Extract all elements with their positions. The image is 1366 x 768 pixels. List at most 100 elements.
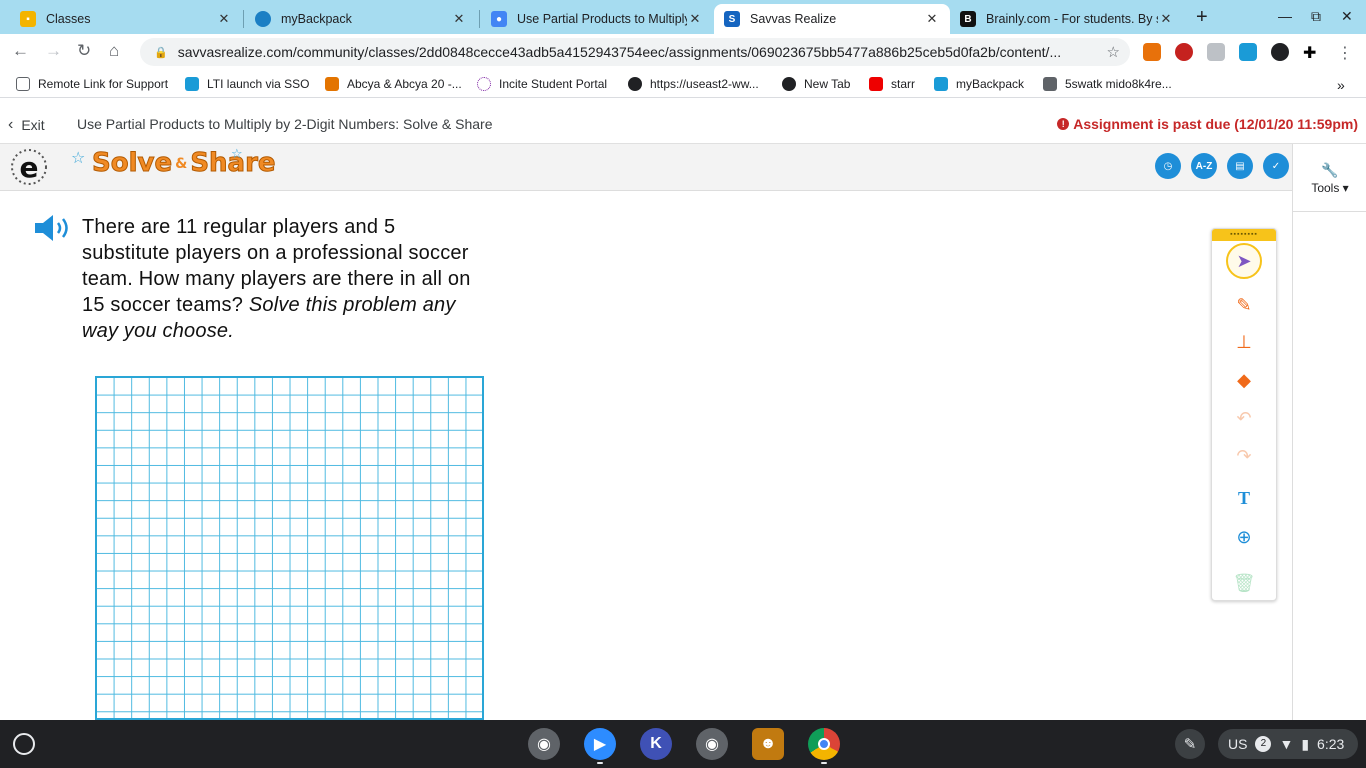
- solve-share-logo: Solve & Share: [91, 148, 276, 179]
- eraser-icon[interactable]: ◆: [1226, 362, 1262, 398]
- abcya-icon: [325, 77, 339, 91]
- chevron-left-icon: ‹: [8, 116, 14, 133]
- game-app-icon[interactable]: ☻: [752, 728, 784, 760]
- window-close-icon[interactable]: ✕: [1341, 8, 1353, 25]
- tab-separator: [243, 10, 244, 28]
- battery-icon: ▮: [1301, 735, 1310, 752]
- text-tool-icon[interactable]: T: [1226, 480, 1262, 516]
- browser-toolbar: ← → ↻ ⌂ 🔒 savvasrealize.com/community/cl…: [0, 34, 1366, 70]
- tab-savvas-realize[interactable]: S Savvas Realize ✕: [714, 4, 950, 34]
- chrome-icon[interactable]: [808, 728, 840, 760]
- check-icon[interactable]: ✓: [1263, 153, 1289, 179]
- bookmark-star-icon[interactable]: ☆: [1107, 43, 1120, 61]
- extension-paint-icon[interactable]: [1175, 43, 1193, 61]
- person-icon: ●: [491, 11, 507, 27]
- os-shelf: ◉ ▶ K ◉ ☻ ✎ US 2 ▼ ▮ 6:23: [0, 720, 1366, 768]
- bookmarks-overflow-icon[interactable]: »: [1337, 77, 1345, 93]
- past-due-notice: ! Assignment is past due (12/01/20 11:59…: [1057, 116, 1358, 132]
- bookmark-starr[interactable]: starr: [869, 77, 915, 91]
- reload-icon[interactable]: ↻: [77, 41, 91, 61]
- exit-label: Exit: [21, 117, 45, 133]
- zoom-icon[interactable]: ⊕: [1226, 519, 1262, 555]
- bookmark-mybackpack[interactable]: myBackpack: [934, 77, 1024, 91]
- menu-kebab-icon[interactable]: ⋮: [1337, 43, 1355, 62]
- pencil-icon[interactable]: ✎: [1226, 287, 1262, 323]
- assignment-header: ‹ Exit Use Partial Products to Multiply …: [0, 104, 1366, 144]
- bookmark-remote-link[interactable]: Remote Link for Support: [16, 77, 168, 91]
- close-icon[interactable]: ✕: [924, 11, 940, 27]
- bookmark-useast[interactable]: https://useast2-ww...: [628, 77, 759, 91]
- bookmark-label: https://useast2-ww...: [650, 77, 759, 91]
- redo-icon[interactable]: ↷: [1226, 438, 1262, 474]
- palette-drag-handle[interactable]: ▪▪▪▪▪▪▪▪: [1212, 229, 1276, 241]
- address-bar[interactable]: 🔒 savvasrealize.com/community/classes/2d…: [140, 38, 1130, 66]
- print-icon[interactable]: ▤: [1227, 153, 1253, 179]
- bookmark-folder[interactable]: 5swatk mido8k4re...: [1043, 77, 1172, 91]
- tab-label: Classes: [46, 12, 91, 26]
- system-tray[interactable]: US 2 ▼ ▮ 6:23: [1218, 729, 1358, 759]
- close-icon[interactable]: ✕: [687, 11, 703, 27]
- restore-icon[interactable]: ⧉: [1311, 8, 1321, 25]
- screenshot-app-icon[interactable]: ◉: [696, 728, 728, 760]
- tab-mybackpack[interactable]: myBackpack ✕: [245, 4, 477, 34]
- close-icon[interactable]: ✕: [451, 11, 467, 27]
- stamp-icon[interactable]: ⊥: [1226, 324, 1262, 360]
- envision-logo-icon: e: [11, 149, 47, 185]
- tab-classes[interactable]: ▪ Classes ✕: [10, 4, 242, 34]
- bookmark-label: New Tab: [804, 77, 851, 91]
- bookmark-new-tab[interactable]: New Tab: [782, 77, 850, 91]
- glossary-az-icon[interactable]: A-Z: [1191, 153, 1217, 179]
- bookmark-lti-launch[interactable]: LTI launch via SSO: [185, 77, 310, 91]
- star-icon: ☆: [71, 150, 86, 167]
- undo-icon[interactable]: ↶: [1226, 400, 1262, 436]
- trash-icon[interactable]: 🗑: [1226, 565, 1262, 601]
- bookmark-label: Incite Student Portal: [499, 77, 608, 91]
- tab-brainly[interactable]: B Brainly.com - For students. By st ✕: [950, 4, 1184, 34]
- stylus-icon[interactable]: ✎: [1175, 729, 1205, 759]
- savvas-icon: S: [724, 11, 740, 27]
- select-pointer-icon[interactable]: ➤: [1226, 243, 1262, 279]
- history-clock-icon[interactable]: ◷: [1155, 153, 1181, 179]
- url-text: savvasrealize.com/community/classes/2dd0…: [177, 44, 1062, 60]
- bookmark-label: starr: [891, 77, 915, 91]
- drawing-palette: ▪▪▪▪▪▪▪▪ ➤ ✎ ⊥ ◆ ↶ ↷ T ⊕ 🗑: [1211, 228, 1277, 601]
- new-tab-icon[interactable]: +: [1196, 6, 1208, 29]
- past-due-text: Assignment is past due (12/01/20 11:59pm…: [1073, 116, 1358, 132]
- camera-app-icon[interactable]: ◉: [528, 728, 560, 760]
- brainly-icon: B: [960, 11, 976, 27]
- tab-partial-products[interactable]: ● Use Partial Products to Multiply ✕: [481, 4, 713, 34]
- running-indicator: [597, 762, 603, 764]
- zoom-app-icon[interactable]: ▶: [584, 728, 616, 760]
- bookmark-label: Abcya & Abcya 20 -...: [347, 77, 462, 91]
- problem-prompt: There are 11 regular players and 5 subst…: [82, 214, 482, 344]
- speaker-icon[interactable]: [35, 214, 71, 242]
- launcher-icon[interactable]: [13, 733, 35, 755]
- k-app-icon[interactable]: K: [640, 728, 672, 760]
- exit-button[interactable]: ‹ Exit: [8, 116, 45, 134]
- forward-icon[interactable]: →: [45, 41, 62, 61]
- globe-icon: [782, 77, 796, 91]
- page-icon: [16, 77, 30, 91]
- bookmark-label: Remote Link for Support: [38, 77, 169, 91]
- globe-icon: [255, 11, 271, 27]
- extensions-puzzle-icon[interactable]: ✚: [1303, 43, 1321, 62]
- extension-gear-icon[interactable]: [1271, 43, 1289, 61]
- tab-label: Brainly.com - For students. By st: [986, 12, 1158, 26]
- minimize-icon[interactable]: —: [1278, 8, 1292, 24]
- extension-grey-icon[interactable]: [1207, 43, 1225, 61]
- extension-megaphone-icon[interactable]: [1143, 43, 1161, 61]
- bookmark-label: LTI launch via SSO: [207, 77, 310, 91]
- home-icon[interactable]: ⌂: [109, 41, 119, 61]
- back-icon[interactable]: ←: [12, 41, 29, 61]
- extension-cloud-icon[interactable]: [1239, 43, 1257, 61]
- bookmark-incite[interactable]: Incite Student Portal: [477, 77, 607, 91]
- bookmark-abcya[interactable]: Abcya & Abcya 20 -...: [325, 77, 462, 91]
- close-icon[interactable]: ✕: [216, 11, 232, 27]
- logo-word-solve: Solve: [91, 148, 173, 179]
- close-icon[interactable]: ✕: [1158, 11, 1174, 27]
- tools-button[interactable]: 🔧 Tools ▾: [1293, 144, 1366, 212]
- lock-icon: 🔒: [154, 46, 168, 59]
- bookmark-label: myBackpack: [956, 77, 1025, 91]
- drawing-grid[interactable]: [95, 376, 484, 720]
- youtube-icon: [869, 77, 883, 91]
